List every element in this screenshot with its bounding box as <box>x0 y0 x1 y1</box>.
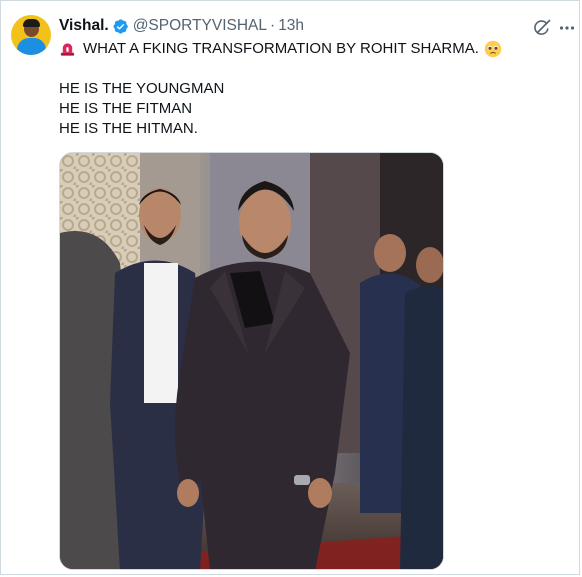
siren-icon <box>59 40 76 58</box>
timestamp[interactable]: 13h <box>278 17 304 35</box>
grok-icon[interactable] <box>532 18 552 38</box>
tweet-header: Vishal. @SPORTYVISHAL · 13h <box>59 16 304 36</box>
tweet-line-2: HE IS THE YOUNGMAN <box>59 80 225 97</box>
author-handle[interactable]: @SPORTYVISHAL <box>133 17 267 35</box>
tweet-line-3: HE IS THE FITMAN <box>59 100 193 117</box>
tweet-text: WHAT A FKING TRANSFORMATION BY ROHIT SHA… <box>59 39 502 139</box>
tweet-line-4: HE IS THE HITMAN. <box>59 120 198 137</box>
pleading-face-icon <box>484 40 502 58</box>
author-name[interactable]: Vishal. <box>59 17 109 35</box>
verified-badge-icon[interactable] <box>112 18 129 35</box>
tweet-line-1: WHAT A FKING TRANSFORMATION BY ROHIT SHA… <box>83 40 479 57</box>
tweet-photo[interactable] <box>59 152 444 570</box>
separator-dot: · <box>270 17 276 34</box>
photo-illustration <box>60 153 443 569</box>
avatar[interactable] <box>11 15 51 55</box>
more-options-icon[interactable] <box>557 18 577 38</box>
tweet-card[interactable]: Vishal. @SPORTYVISHAL · 13h WHAT A FKING… <box>0 0 580 575</box>
